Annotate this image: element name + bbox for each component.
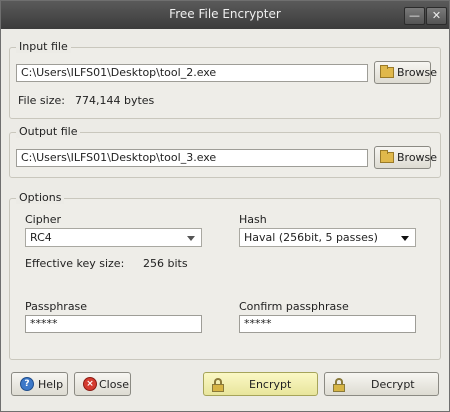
confirm-passphrase-field[interactable]: ***** [239, 315, 416, 333]
output-browse-label: Browse [397, 151, 438, 164]
help-label: Help [38, 378, 64, 391]
input-file-path-field[interactable]: C:\Users\ILFS01\Desktop\tool_2.exe [16, 64, 368, 82]
close-label: Close [99, 378, 129, 391]
decrypt-label: Decrypt [371, 378, 415, 391]
cipher-value: RC4 [30, 231, 52, 244]
close-window-button[interactable]: ✕ [426, 7, 447, 25]
chevron-down-icon [401, 236, 409, 241]
output-file-group: Output file C:\Users\ILFS01\Desktop\tool… [9, 125, 441, 178]
hash-value: Haval (256bit, 5 passes) [244, 231, 378, 244]
output-file-legend: Output file [16, 125, 81, 138]
minimize-icon: — [409, 9, 420, 22]
decrypt-button[interactable]: Decrypt [324, 372, 439, 396]
input-file-group: Input file C:\Users\ILFS01\Desktop\tool_… [9, 40, 441, 119]
app-window: Free File Encrypter — ✕ Input file C:\Us… [0, 0, 450, 412]
close-icon: × [83, 377, 97, 391]
minimize-button[interactable]: — [404, 7, 425, 25]
hash-select[interactable]: Haval (256bit, 5 passes) [239, 228, 416, 247]
options-group: Options Cipher RC4 Hash Haval (256bit, 5… [9, 191, 441, 360]
input-browse-button[interactable]: Browse [374, 61, 437, 84]
encrypt-button[interactable]: Encrypt [203, 372, 318, 396]
title-bar: Free File Encrypter — ✕ [1, 1, 449, 29]
close-button[interactable]: × Close [74, 372, 131, 396]
output-browse-button[interactable]: Browse [374, 146, 437, 169]
options-legend: Options [16, 191, 65, 204]
folder-icon [380, 150, 394, 163]
cipher-select[interactable]: RC4 [25, 228, 202, 247]
lock-icon [333, 378, 345, 392]
window-title: Free File Encrypter [169, 7, 281, 21]
close-window-icon: ✕ [431, 9, 442, 22]
folder-icon [380, 65, 394, 78]
help-icon: ? [20, 377, 34, 391]
passphrase-field[interactable]: ***** [25, 315, 202, 333]
encrypt-label: Encrypt [249, 378, 292, 391]
passphrase-label: Passphrase [25, 300, 88, 313]
lock-icon [212, 378, 224, 392]
file-size-value: 774,144 bytes [75, 94, 155, 107]
confirm-passphrase-label: Confirm passphrase [239, 300, 349, 313]
chevron-down-icon [187, 236, 195, 241]
key-size-label: Effective key size: [25, 257, 125, 270]
input-browse-label: Browse [397, 66, 438, 79]
input-file-legend: Input file [16, 40, 71, 53]
hash-label: Hash [239, 213, 267, 226]
output-file-path-field[interactable]: C:\Users\ILFS01\Desktop\tool_3.exe [16, 149, 368, 167]
help-button[interactable]: ? Help [11, 372, 68, 396]
key-size-value: 256 bits [143, 257, 188, 270]
cipher-label: Cipher [25, 213, 61, 226]
file-size-label: File size: [18, 94, 65, 107]
